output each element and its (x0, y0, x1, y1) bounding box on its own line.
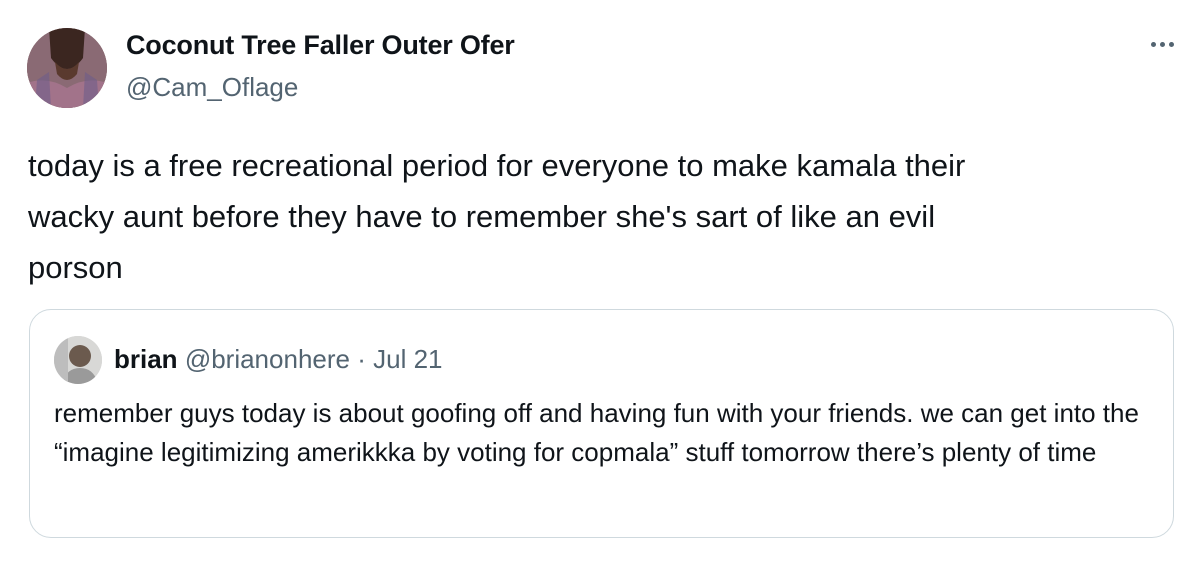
post-text: today is a free recreational period for … (28, 148, 966, 285)
quoted-avatar-image (54, 336, 102, 384)
more-dot (1159, 41, 1165, 47)
more-dot (1150, 41, 1156, 47)
post-card: Coconut Tree Faller Outer Ofer @Cam_Ofla… (0, 0, 1200, 570)
quoted-author-avatar[interactable] (54, 336, 102, 384)
quoted-author-handle[interactable]: @brianonhere (185, 344, 350, 374)
quoted-post-header: brian @brianonhere · Jul 21 (114, 344, 443, 375)
quoted-post-text: remember guys today is about goofing off… (54, 398, 1139, 467)
more-dot (1168, 41, 1174, 47)
quoted-author-name[interactable]: brian (114, 344, 178, 374)
more-horizontal-icon[interactable] (1142, 34, 1182, 54)
quoted-post[interactable]: brian @brianonhere · Jul 21 remember guy… (29, 309, 1174, 538)
author-handle[interactable]: @Cam_Oflage (126, 72, 298, 103)
quoted-post-date[interactable]: Jul 21 (373, 344, 442, 374)
author-avatar-image (27, 28, 107, 108)
author-display-name[interactable]: Coconut Tree Faller Outer Ofer (126, 30, 515, 61)
author-avatar[interactable] (27, 28, 107, 108)
header-separator: · (357, 344, 366, 374)
